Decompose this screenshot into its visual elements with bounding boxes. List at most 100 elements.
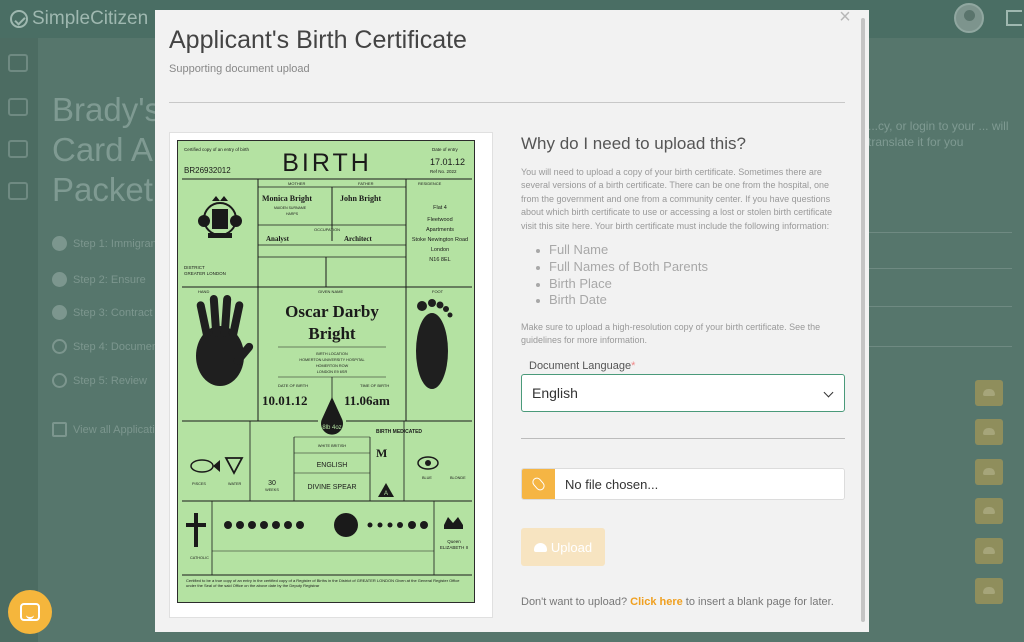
left-rail [0, 38, 38, 642]
cert-district-label: DISTRICT [184, 265, 205, 270]
background-divider [868, 232, 1012, 233]
requirements-list: Full Name Full Names of Both Parents Bir… [521, 242, 708, 309]
birth-certificate-modal: × Applicant's Birth Certificate Supporti… [155, 10, 869, 632]
svg-text:HOMERTON ROW: HOMERTON ROW [316, 364, 349, 368]
footprint-icon [416, 299, 453, 389]
list-item: Full Names of Both Parents [521, 259, 708, 276]
close-icon[interactable]: × [837, 10, 853, 27]
svg-text:London: London [431, 247, 449, 253]
svg-text:30: 30 [268, 480, 276, 487]
background-divider [868, 268, 1012, 269]
chat-icon [20, 603, 40, 621]
menu-icon[interactable] [8, 54, 28, 72]
modal-title: Applicant's Birth Certificate [169, 26, 467, 54]
cert-district: GREATER LONDON [184, 271, 226, 276]
gear-icon[interactable] [8, 182, 28, 200]
check-circle-icon [52, 272, 67, 287]
scrollbar-thumb[interactable] [861, 18, 865, 622]
background-right-text: ...cy, or login to your ... will transla… [868, 119, 1009, 149]
cert-number: BR26932012 [184, 166, 231, 175]
svg-text:OCCUPATION: OCCUPATION [314, 227, 340, 232]
svg-text:N16 8EL: N16 8EL [429, 257, 450, 263]
cert-mother-occupation: Analyst [266, 235, 290, 243]
why-description: You will need to upload a copy of your b… [521, 167, 833, 231]
user-avatar[interactable] [954, 3, 984, 33]
svg-text:HARPS: HARPS [286, 212, 299, 216]
check-circle-icon [52, 305, 67, 320]
document-language-label: Document Language* [529, 360, 636, 372]
svg-text:TIME OF BIRTH: TIME OF BIRTH [360, 383, 389, 388]
file-input[interactable]: No file chosen... [521, 468, 845, 500]
form-divider [521, 438, 845, 439]
cert-certified-text: Certified to be a true copy of an entry … [186, 578, 460, 588]
circle-icon [52, 339, 67, 354]
svg-text:BLUE: BLUE [422, 476, 432, 480]
upload-button[interactable]: Upload [521, 528, 605, 566]
click-here-link[interactable]: Click here [630, 596, 683, 608]
cert-time-of-birth: 11.06am [344, 393, 390, 408]
cert-heading: BIRTH [282, 149, 372, 177]
cert-monogram: M [376, 446, 387, 460]
cross-icon [186, 513, 206, 547]
required-mark: * [631, 360, 636, 372]
moon-phases-icon [224, 513, 428, 537]
svg-text:FOOT: FOOT [432, 289, 444, 294]
cert-birth-medicated: BIRTH MEDICATED [376, 429, 422, 435]
cert-child-name: Oscar Darby [285, 302, 379, 321]
background-step[interactable]: Step 3: Contract [52, 305, 162, 320]
list-item: Birth Date [521, 292, 708, 309]
cert-monarch: ELIZABETH II [440, 545, 468, 550]
background-divider [868, 346, 1012, 347]
crown-icon [444, 517, 463, 529]
list-item: Birth Place [521, 276, 708, 293]
cert-copy-label: Certified copy of an entry of birth [184, 147, 250, 152]
logout-icon[interactable] [1006, 10, 1022, 26]
svg-text:Flat 4: Flat 4 [433, 205, 447, 211]
background-step[interactable]: Step 4: Document [52, 339, 162, 354]
background-step[interactable]: Step 5: Review [52, 373, 162, 388]
svg-text:Fleetwood: Fleetwood [427, 217, 452, 223]
brand-check-icon [10, 10, 28, 28]
modal-scrollbar[interactable] [859, 10, 867, 632]
cloud-upload-button[interactable] [975, 498, 1003, 524]
svg-text:WEEKS: WEEKS [265, 488, 279, 492]
chevron-down-icon [823, 387, 834, 398]
document-language-select[interactable]: English [521, 374, 845, 412]
svg-text:MOTHER: MOTHER [288, 181, 305, 186]
royal-crest-icon [198, 196, 242, 238]
cloud-upload-button[interactable] [975, 578, 1003, 604]
cloud-upload-button[interactable] [975, 380, 1003, 406]
chat-launcher-button[interactable] [8, 590, 52, 634]
background-divider [868, 306, 1012, 307]
background-step[interactable]: Step 1: Immigrant [52, 236, 162, 251]
background-step[interactable]: Step 2: Ensure [52, 272, 162, 287]
cloud-upload-button[interactable] [975, 419, 1003, 445]
cert-mother: Monica Bright [262, 194, 312, 203]
svg-text:WATER: WATER [228, 482, 242, 486]
cloud-upload-button[interactable] [975, 538, 1003, 564]
cert-surname-origin: DIVINE SPEAR [307, 484, 356, 491]
file-name-display[interactable]: No file chosen... [555, 469, 844, 499]
paperclip-icon [530, 475, 547, 493]
background-view-all[interactable]: View all Applications [52, 422, 162, 437]
arrow-left-icon [52, 422, 67, 437]
modal-divider [169, 102, 845, 103]
svg-text:BLONDE: BLONDE [450, 476, 466, 480]
check-circle-icon [52, 236, 67, 251]
document-language-value: English [532, 385, 578, 401]
skip-upload-text: Don't want to upload? Click here to inse… [521, 596, 834, 608]
svg-text:A: A [384, 491, 388, 497]
svg-text:BIRTH LOCATION: BIRTH LOCATION [316, 352, 348, 356]
folder-icon[interactable] [8, 140, 28, 158]
attach-file-button[interactable] [522, 469, 555, 499]
handprint-icon [196, 295, 254, 386]
document-icon[interactable] [8, 98, 28, 116]
brand-name: SimpleCitizen [32, 8, 149, 29]
svg-text:HAND: HAND [198, 289, 209, 294]
water-triangle-icon [224, 457, 244, 475]
cloud-upload-button[interactable] [975, 459, 1003, 485]
list-item: Full Name [521, 242, 708, 259]
guidelines-note: Make sure to upload a high-resolution co… [521, 322, 821, 346]
svg-text:Stoke Newington Road: Stoke Newington Road [412, 237, 468, 243]
brand-logo[interactable]: SimpleCitizen [10, 8, 148, 30]
